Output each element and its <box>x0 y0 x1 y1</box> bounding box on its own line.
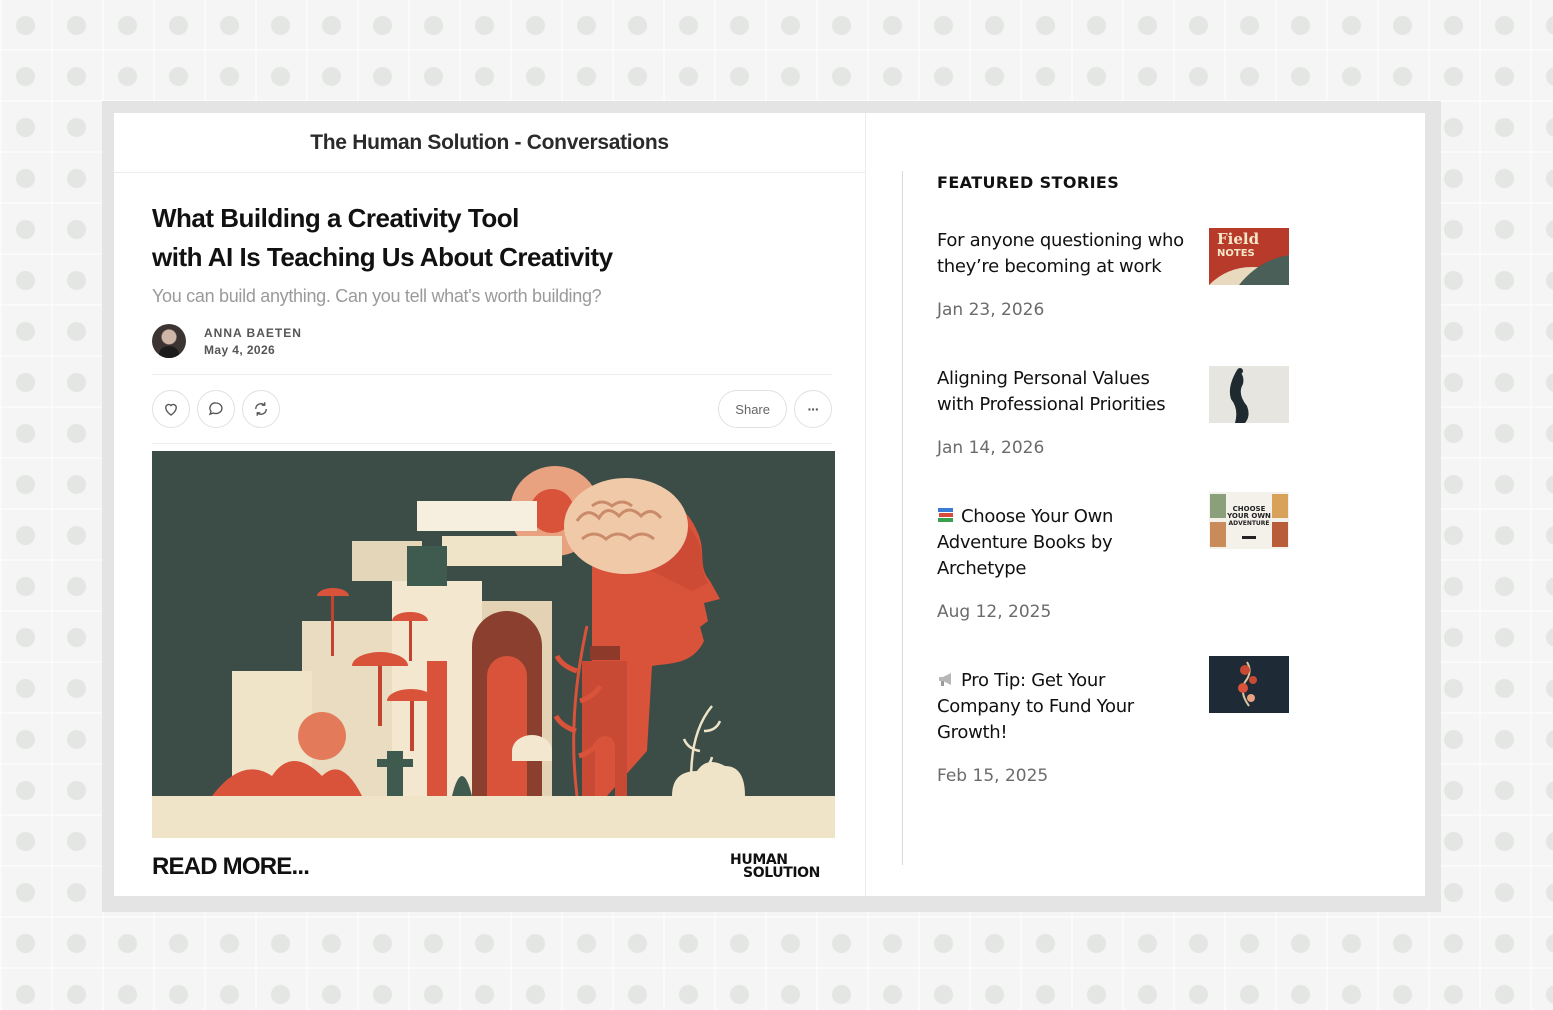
featured-heading: FEATURED STORIES <box>937 173 1120 192</box>
story-thumbnail[interactable] <box>1209 366 1289 423</box>
books-icon <box>938 508 953 522</box>
card-frame: The Human Solution - Conversations What … <box>102 101 1441 912</box>
byline: ANNA BAETEN May 4, 2026 <box>152 324 834 358</box>
post-panel: The Human Solution - Conversations What … <box>114 113 866 896</box>
restack-button[interactable] <box>242 390 280 428</box>
story-title-text: Pro Tip: Get Your Company to Fund Your G… <box>937 670 1134 743</box>
post-title-line-1: What Building a Creativity Tool <box>152 203 519 233</box>
post-title-line-2: with AI Is Teaching Us About Creativity <box>152 242 613 272</box>
read-more-link[interactable]: READ MORE... <box>152 853 310 881</box>
story-title[interactable]: For anyone questioning who they’re becom… <box>937 228 1187 280</box>
story-date: Feb 15, 2025 <box>937 766 1049 786</box>
featured-story[interactable]: Choose Your Own Adventure Books by Arche… <box>937 492 1289 622</box>
hero-image[interactable] <box>152 451 835 838</box>
post-title[interactable]: What Building a Creativity Tool with AI … <box>152 199 672 277</box>
thumb-text-your-own: YOUR OWN <box>1226 512 1271 520</box>
share-button[interactable]: Share <box>718 390 787 428</box>
creativity-illustration <box>152 451 835 838</box>
action-bar: Share ··· <box>152 374 832 444</box>
story-thumbnail[interactable] <box>1209 656 1289 713</box>
comment-button[interactable] <box>197 390 235 428</box>
post-body: What Building a Creativity Tool with AI … <box>152 199 834 444</box>
publication-header: The Human Solution - Conversations <box>114 113 865 173</box>
avatar[interactable] <box>152 324 186 358</box>
ink-figure-thumbnail <box>1209 366 1289 423</box>
story-date: Jan 14, 2026 <box>937 438 1045 458</box>
story-date: Jan 23, 2026 <box>937 300 1045 320</box>
post-subtitle: You can build anything. Can you tell wha… <box>152 286 602 306</box>
post-date: May 4, 2026 <box>204 342 276 357</box>
story-date: Aug 12, 2025 <box>937 602 1052 622</box>
comment-icon <box>208 402 223 416</box>
content-card: The Human Solution - Conversations What … <box>114 113 1425 896</box>
thumb-text-adventure: ADVENTURE <box>1228 520 1269 527</box>
field-notes-thumbnail: Field NOTES <box>1209 228 1289 285</box>
byline-meta: ANNA BAETEN May 4, 2026 <box>204 326 302 357</box>
story-thumbnail[interactable]: Field NOTES <box>1209 228 1289 285</box>
story-title[interactable]: Choose Your Own Adventure Books by Arche… <box>937 504 1187 582</box>
story-thumbnail[interactable]: CHOOSE YOUR OWN ADVENTURE <box>1209 492 1289 549</box>
human-solution-logo[interactable]: HUMAN SOLUTION <box>730 853 820 881</box>
flower-spine-thumbnail <box>1209 656 1289 713</box>
more-options-button[interactable]: ··· <box>794 390 832 428</box>
panel-divider <box>902 171 903 865</box>
featured-story[interactable]: For anyone questioning who they’re becom… <box>937 228 1289 320</box>
featured-stories-panel: FEATURED STORIES For anyone questioning … <box>937 173 1297 786</box>
ellipsis-icon: ··· <box>807 401 820 417</box>
featured-story[interactable]: Pro Tip: Get Your Company to Fund Your G… <box>937 656 1289 786</box>
restack-icon <box>255 402 267 416</box>
megaphone-icon <box>939 673 951 686</box>
logo-line-2: SOLUTION <box>743 865 820 881</box>
story-title[interactable]: Pro Tip: Get Your Company to Fund Your G… <box>937 668 1187 746</box>
heart-icon <box>165 403 177 416</box>
like-button[interactable] <box>152 390 190 428</box>
author-name[interactable]: ANNA BAETEN <box>204 326 302 340</box>
adventure-books-thumbnail: CHOOSE YOUR OWN ADVENTURE <box>1209 492 1289 549</box>
publication-title[interactable]: The Human Solution - Conversations <box>310 131 669 155</box>
story-title[interactable]: Aligning Personal Values with Profession… <box>937 366 1187 418</box>
post-footer: READ MORE... HUMAN SOLUTION <box>114 838 866 896</box>
story-title-text: Choose Your Own Adventure Books by Arche… <box>937 506 1114 579</box>
thumb-text-field: Field <box>1217 230 1260 248</box>
thumb-text-notes: NOTES <box>1217 248 1255 259</box>
featured-story[interactable]: Aligning Personal Values with Profession… <box>937 366 1289 458</box>
